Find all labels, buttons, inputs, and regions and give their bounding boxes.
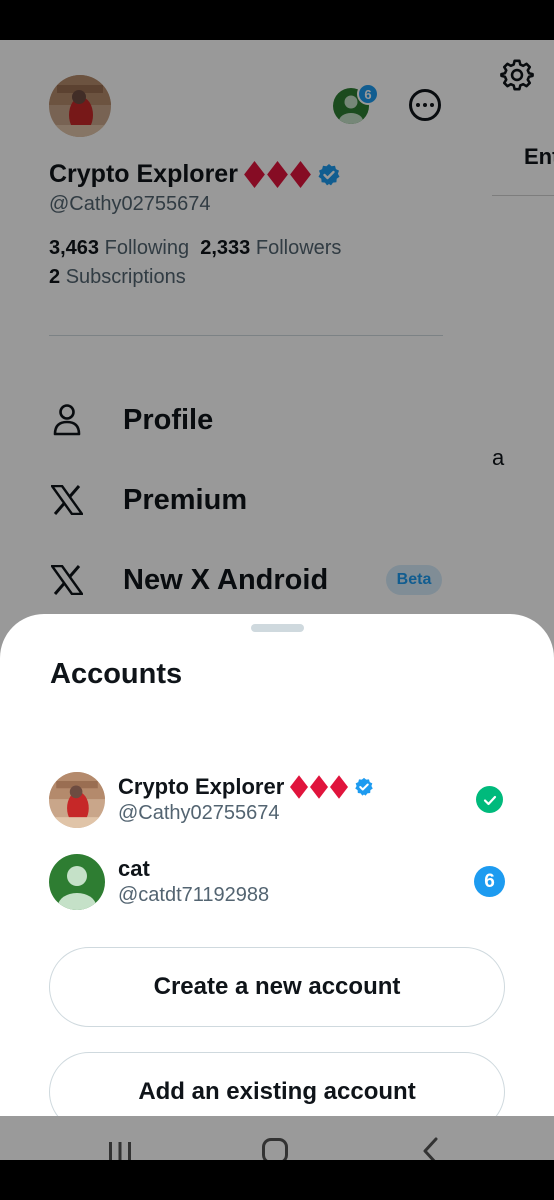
verified-badge-icon xyxy=(355,777,374,796)
create-account-button[interactable]: Create a new account xyxy=(49,947,505,1027)
account-row-cat[interactable]: cat @catdt71192988 6 xyxy=(0,854,554,924)
recents-icon[interactable] xyxy=(107,1140,133,1160)
diamond-icon xyxy=(310,775,329,799)
system-navigation-bar xyxy=(0,1116,554,1160)
status-bar xyxy=(0,0,554,40)
account-name: cat xyxy=(118,856,150,881)
account-handle: @catdt71192988 xyxy=(118,884,270,906)
active-check-icon xyxy=(476,786,503,813)
account-name-row: Crypto Explorer xyxy=(118,774,374,800)
screen: 6 Crypto Explorer @Cathy02755674 3,463 F… xyxy=(0,40,554,1160)
sheet-title: Accounts xyxy=(50,658,183,690)
back-icon[interactable] xyxy=(420,1136,440,1160)
diamond-icon xyxy=(290,775,309,799)
notification-count-badge: 6 xyxy=(474,866,505,897)
drag-handle[interactable] xyxy=(251,624,304,632)
diamond-icon xyxy=(330,775,349,799)
account-name: Crypto Explorer xyxy=(118,774,285,799)
account-avatar xyxy=(49,772,105,828)
home-icon[interactable] xyxy=(262,1138,288,1160)
default-avatar-icon xyxy=(49,854,105,910)
account-handle: @Cathy02755674 xyxy=(118,802,280,824)
account-name-row: cat xyxy=(118,856,150,882)
diamond-icons xyxy=(290,775,349,799)
accounts-bottom-sheet: Accounts Crypto Explorer @Cathy02755674 … xyxy=(0,614,554,1132)
account-row-crypto-explorer[interactable]: Crypto Explorer @Cathy02755674 xyxy=(0,772,554,842)
bottom-bezel xyxy=(0,1160,554,1200)
